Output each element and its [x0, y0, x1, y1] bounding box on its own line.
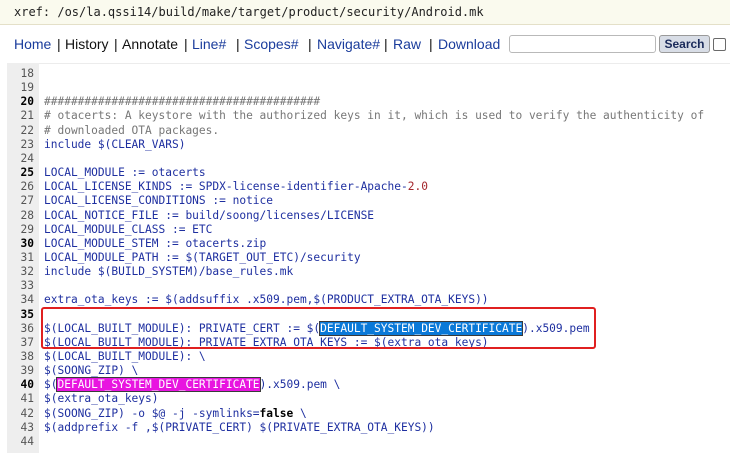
line-number-link[interactable]: 43 [14, 421, 34, 435]
code-segment: $(extra_ota_keys) [44, 392, 159, 406]
code-segment: $(addprefix -f ,$(PRIVATE_CERT) $(PRIVAT… [44, 420, 435, 434]
code-text: $(SOONG_ZIP) \ [44, 364, 138, 378]
code-segment: LOCAL_MODULE_STEM := otacerts.zip [44, 236, 267, 250]
line-number-link[interactable]: 24 [14, 152, 34, 166]
line-number-link[interactable]: 32 [14, 265, 34, 279]
code-text: $(LOCAL_BUILT_MODULE): PRIVATE_CERT := $… [44, 320, 590, 336]
code-segment: LOCAL_NOTICE_FILE := build/soong/license… [44, 208, 375, 222]
line-number-link[interactable]: 33 [14, 279, 34, 293]
line-number-link[interactable]: 18 [14, 67, 34, 81]
number-literal: 2.0 [407, 180, 428, 194]
highlighted-certificate-symbol[interactable]: DEFAULT_SYSTEM_DEV_CERTIFICATE [56, 377, 261, 393]
line-number-link[interactable]: 21 [14, 109, 34, 123]
code-text: extra_ota_keys := $(addsuffix .x509.pem,… [44, 293, 489, 307]
code-text: LOCAL_MODULE_PATH := $(TARGET_OUT_ETC)/s… [44, 251, 361, 265]
code-segment: ).x509.pem \ [259, 378, 341, 392]
line-number-link[interactable]: 44 [14, 435, 34, 449]
nav-separator: | [384, 36, 388, 52]
line-number-link[interactable]: 31 [14, 251, 34, 265]
line-number-link[interactable]: 40 [14, 378, 34, 392]
code-segment: LOCAL_MODULE_CLASS := ETC [44, 222, 213, 236]
keyword: false [259, 406, 294, 420]
line-number-link[interactable]: 39 [14, 364, 34, 378]
code-text: include $(BUILD_SYSTEM)/base_rules.mk [44, 265, 293, 279]
code-text: LOCAL_MODULE_CLASS := ETC [44, 223, 212, 237]
code-text: LOCAL_MODULE := otacerts [44, 166, 206, 180]
code-text: $(LOCAL_BUILT_MODULE): PRIVATE_EXTRA_OTA… [44, 336, 489, 350]
line-number-link[interactable]: 41 [14, 392, 34, 406]
nav-separator: | [429, 36, 433, 52]
line-number-link[interactable]: 37 [14, 336, 34, 350]
code-comment: # downloaded OTA packages. [44, 123, 220, 137]
code-segment: $( [44, 378, 58, 392]
line-number-link[interactable]: 38 [14, 350, 34, 364]
code-segment: LOCAL_MODULE_PATH := $(TARGET_OUT_ETC)/s… [44, 250, 361, 264]
nav-separator: | [57, 36, 61, 52]
nav-separator: | [184, 36, 188, 52]
nav-raw-link[interactable]: Raw [393, 36, 421, 52]
line-number-link[interactable]: 19 [14, 81, 34, 95]
line-number-link[interactable]: 25 [14, 166, 34, 180]
code-segment: $(SOONG_ZIP) -o $@ -j -symlinks= [44, 406, 260, 420]
line-number-link[interactable]: 26 [14, 180, 34, 194]
code-segment: ).x509.pem [522, 321, 590, 335]
code-text: # otacerts: A keystore with the authoriz… [44, 109, 704, 123]
line-number-link[interactable]: 35 [14, 308, 34, 322]
code-text: $(addprefix -f ,$(PRIVATE_CERT) $(PRIVAT… [44, 421, 435, 435]
nav-download-link[interactable]: Download [438, 36, 500, 52]
code-text: ########################################… [44, 95, 320, 109]
line-number-link[interactable]: 27 [14, 194, 34, 208]
line-number-link[interactable]: 42 [14, 407, 34, 421]
code-segment: include $(CLEAR_VARS) [44, 137, 186, 151]
line-number-link[interactable]: 30 [14, 237, 34, 251]
nav-separator: | [236, 36, 240, 52]
code-segment: \ [293, 406, 307, 420]
code-text: # downloaded OTA packages. [44, 124, 219, 138]
code-segment: $(SOONG_ZIP) \ [44, 364, 139, 378]
code-segment: $(LOCAL_BUILT_MODULE): \ [44, 350, 206, 363]
line-number-link[interactable]: 22 [14, 124, 34, 138]
nav-navigate-link[interactable]: Navigate# [317, 36, 380, 52]
code-segment: $(LOCAL_BUILT_MODULE): PRIVATE_CERT := $… [44, 321, 321, 335]
nav-line-link[interactable]: Line# [192, 36, 226, 52]
line-number-link[interactable]: 20 [14, 95, 34, 109]
code-segment: LOCAL_MODULE := otacerts [44, 166, 206, 180]
code-text: include $(CLEAR_VARS) [44, 138, 185, 152]
code-text: LOCAL_LICENSE_CONDITIONS := notice [44, 194, 273, 208]
code-text: LOCAL_LICENSE_KINDS := SPDX-license-iden… [44, 180, 428, 194]
line-number-link[interactable]: 34 [14, 293, 34, 307]
code-segment: $(LOCAL_BUILT_MODULE): PRIVATE_EXTRA_OTA… [44, 335, 489, 349]
nav-annotate-link[interactable]: Annotate [122, 36, 178, 52]
search-option-checkbox[interactable] [713, 38, 726, 51]
code-text: LOCAL_NOTICE_FILE := build/soong/license… [44, 209, 374, 223]
code-comment: ########################################… [44, 95, 321, 109]
code-segment: include $(BUILD_SYSTEM)/base_rules.mk [44, 265, 294, 279]
xref-path: xref: /os/la.qssi14/build/make/target/pr… [14, 5, 484, 19]
nav-home-link[interactable]: Home [14, 36, 51, 52]
code-segment: extra_ota_keys := $(addsuffix .x509.pem,… [44, 293, 489, 307]
nav-separator: | [114, 36, 118, 52]
search-button[interactable]: Search [659, 35, 710, 53]
nav-scopes-link[interactable]: Scopes# [244, 36, 298, 52]
code-comment: # otacerts: A keystore with the authoriz… [44, 109, 705, 123]
search-input[interactable] [509, 35, 656, 53]
code-text: LOCAL_MODULE_STEM := otacerts.zip [44, 237, 266, 251]
code-text: $(SOONG_ZIP) -o $@ -j -symlinks=false \ [44, 407, 307, 421]
line-number-link[interactable]: 36 [14, 322, 34, 336]
code-text: $(DEFAULT_SYSTEM_DEV_CERTIFICATE).x509.p… [44, 377, 341, 393]
highlighted-certificate-symbol[interactable]: DEFAULT_SYSTEM_DEV_CERTIFICATE [319, 320, 524, 336]
nav-history-link[interactable]: History [65, 36, 109, 52]
line-number-link[interactable]: 28 [14, 209, 34, 223]
nav-bar: Home | History | Annotate | Line# | Scop… [0, 33, 730, 57]
nav-separator: | [308, 36, 312, 52]
line-number-link[interactable]: 23 [14, 138, 34, 152]
line-number-link[interactable]: 29 [14, 223, 34, 237]
code-text: $(LOCAL_BUILT_MODULE): \ [44, 350, 206, 364]
code-text: $(extra_ota_keys) [44, 392, 159, 406]
xref-bar: xref: /os/la.qssi14/build/make/target/pr… [0, 0, 730, 25]
code-segment: LOCAL_LICENSE_KINDS := SPDX-license-iden… [44, 180, 408, 194]
code-segment: LOCAL_LICENSE_CONDITIONS := notice [44, 194, 274, 208]
